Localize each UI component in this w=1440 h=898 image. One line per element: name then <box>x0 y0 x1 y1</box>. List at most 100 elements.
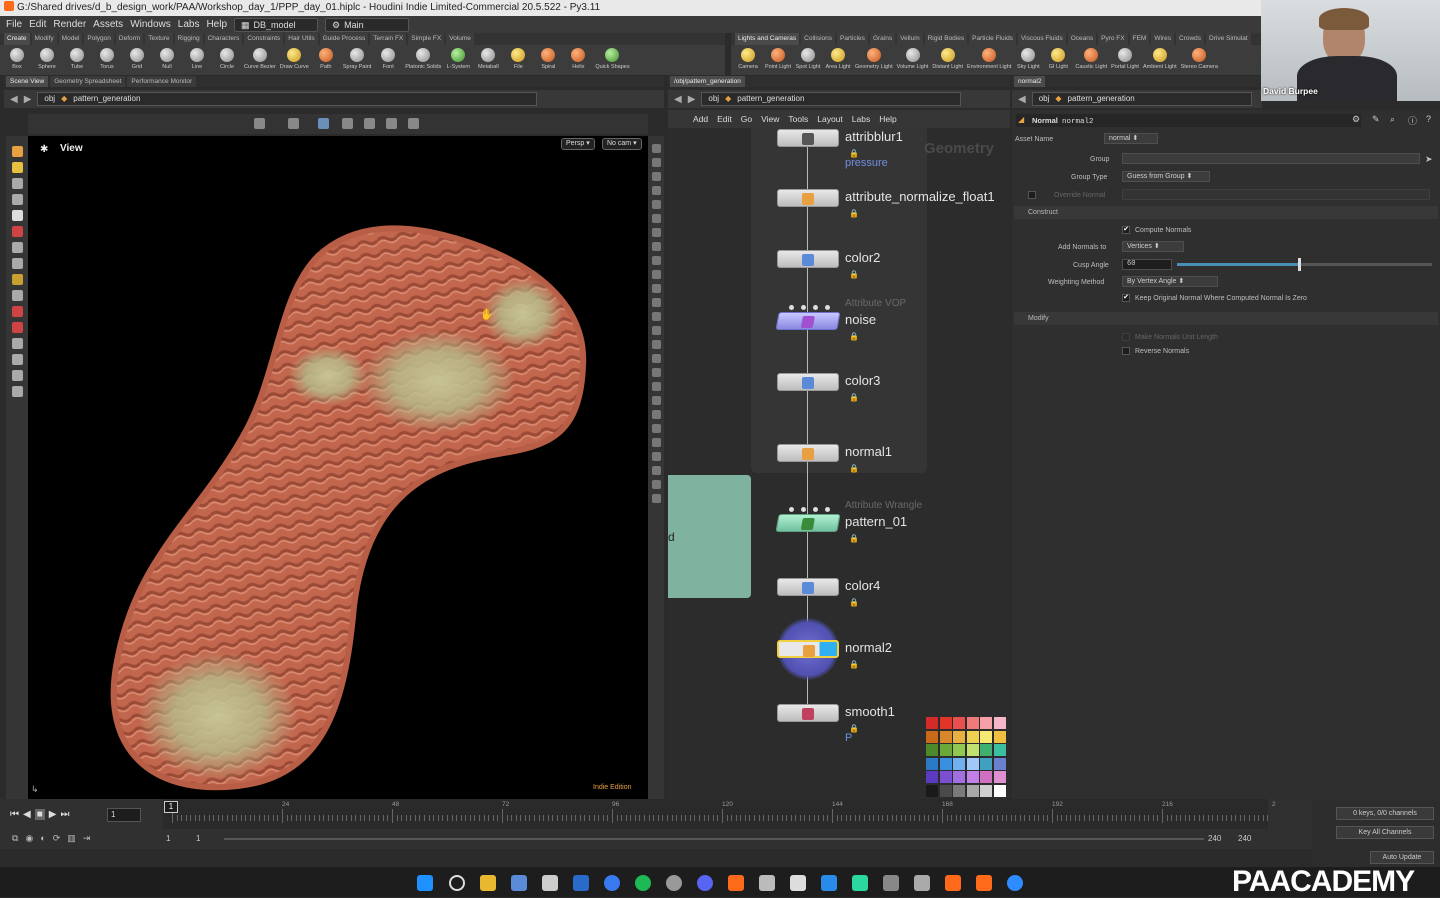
persp-menu[interactable]: Persp ▾ <box>561 138 595 150</box>
menu-assets[interactable]: Assets <box>93 19 123 30</box>
viewport-tool-1-icon[interactable] <box>11 162 23 173</box>
live-icon[interactable] <box>852 875 868 891</box>
net-menu-go[interactable]: Go <box>741 114 752 124</box>
color-swatch[interactable] <box>993 730 1006 743</box>
net-menu-edit[interactable]: Edit <box>717 114 732 124</box>
color-swatch[interactable] <box>993 757 1006 770</box>
notepad-icon[interactable] <box>511 875 527 891</box>
color-swatch[interactable] <box>980 730 992 743</box>
shelf-tool-l-system[interactable]: L-System <box>445 45 471 75</box>
shelf-tool-null[interactable]: Null <box>154 45 180 75</box>
shelf-tab-constraints[interactable]: Constraints <box>244 33 284 45</box>
calculator-icon[interactable] <box>573 875 589 891</box>
go-start-icon[interactable]: ⏮ <box>10 809 19 820</box>
display-option-7-icon[interactable] <box>651 242 661 251</box>
net-menu-labs[interactable]: Labs <box>852 114 870 124</box>
display-option-3-icon[interactable] <box>651 186 661 195</box>
shelf-tool-curve-bezier[interactable]: Curve Bezier <box>244 45 276 75</box>
info-icon[interactable]: ⓘ <box>1408 114 1417 127</box>
viewport-tool-11-icon[interactable] <box>11 322 23 333</box>
shelf-tab-rigid-bodies[interactable]: Rigid Bodies <box>924 33 968 45</box>
shelf-tab-particle-fluids[interactable]: Particle Fluids <box>969 33 1016 45</box>
shelf-tab-texture[interactable]: Texture <box>145 33 173 45</box>
shelf-tool-stereo-camera[interactable]: Stereo Camera <box>1181 45 1218 75</box>
display-option-24-icon[interactable] <box>651 480 661 489</box>
display-option-12-icon[interactable] <box>651 312 661 321</box>
node-color3[interactable] <box>777 373 839 391</box>
shelf-tool-quick-shapes[interactable]: Quick Shapes <box>595 45 630 75</box>
end-frame-field[interactable]: 240 <box>1208 834 1221 843</box>
params-path-field[interactable]: obj ◆ pattern_generation <box>1031 92 1252 106</box>
color-swatch[interactable] <box>939 784 952 797</box>
shelf-tool-sky-light[interactable]: Sky Light <box>1015 45 1041 75</box>
display-option-21-icon[interactable] <box>651 438 661 447</box>
shelf-tool-camera[interactable]: Camera <box>735 45 761 75</box>
viewport-tool-9-icon[interactable] <box>11 290 23 301</box>
shelf-tab-polygon[interactable]: Polygon <box>84 33 114 45</box>
viewport-tool-4-icon[interactable] <box>11 210 23 221</box>
shelf-tool-path[interactable]: Path <box>313 45 339 75</box>
houdini-taskbar-icon-2[interactable] <box>945 875 961 891</box>
auto-update-menu[interactable]: Auto Update <box>1370 851 1434 864</box>
viewport-display-3-icon[interactable] <box>342 118 353 129</box>
cusp-angle-slider-track[interactable] <box>1177 263 1432 266</box>
shelf-tab-characters[interactable]: Characters <box>204 33 243 45</box>
viewport-tool-3-icon[interactable] <box>11 194 23 205</box>
shelf-tool-caustic-light[interactable]: Caustic Light <box>1075 45 1107 75</box>
display-option-18-icon[interactable] <box>651 396 661 405</box>
color-swatch[interactable] <box>926 784 938 797</box>
cusp-angle-field[interactable]: 60 <box>1122 259 1172 270</box>
shelf-tool-circle[interactable]: Circle <box>214 45 240 75</box>
color-swatch[interactable] <box>926 771 938 783</box>
shelf-tool-environment-light[interactable]: Environment Light <box>967 45 1011 75</box>
net-menu-add[interactable]: Add <box>693 114 708 124</box>
viewport-tool-8-icon[interactable] <box>11 274 23 285</box>
shelf-tool-spiral[interactable]: Spiral <box>535 45 561 75</box>
shelf-tab-modify[interactable]: Modify <box>31 33 57 45</box>
display-option-20-icon[interactable] <box>651 424 661 433</box>
timeline-ruler[interactable]: 1 24 48 72 96 120 144 168 192 216 2 <box>163 799 1276 829</box>
viewport-display-4-icon[interactable] <box>364 118 375 129</box>
shelf-tool-grid[interactable]: Grid <box>124 45 150 75</box>
color-swatch[interactable] <box>966 730 979 743</box>
shelf-tab-hair-utils[interactable]: Hair Utils <box>285 33 318 45</box>
stop-icon[interactable]: ■ <box>34 809 45 820</box>
network-path-field[interactable]: obj ◆ pattern_generation <box>701 92 962 106</box>
tab-geometry-spreadsheet[interactable]: Geometry Spreadsheet <box>50 76 126 87</box>
net-back-icon[interactable]: ◀ <box>674 94 682 105</box>
shelf-tool-font[interactable]: Font <box>375 45 401 75</box>
keys-icon[interactable]: ▥ <box>67 833 76 844</box>
back-arrow-icon[interactable]: ◀ <box>10 94 18 105</box>
display-option-15-icon[interactable] <box>651 354 661 363</box>
color-swatch[interactable] <box>980 717 992 729</box>
tab-network-path[interactable]: /obj/pattern_generation <box>670 76 745 87</box>
net-menu-view[interactable]: View <box>761 114 779 124</box>
color-swatch[interactable] <box>980 744 992 756</box>
shelf-tool-gi-light[interactable]: GI Light <box>1045 45 1071 75</box>
gear-icon[interactable]: ⚙ <box>1352 114 1360 125</box>
help-icon[interactable]: ? <box>1426 114 1431 124</box>
viewport-tool-2-icon[interactable] <box>11 178 23 189</box>
node-attribute_normalize_float1[interactable] <box>777 189 839 207</box>
shelf-tool-helix[interactable]: Helix <box>565 45 591 75</box>
shelf-tab-grains[interactable]: Grains <box>869 33 896 45</box>
net-menu-help[interactable]: Help <box>879 114 896 124</box>
node-smooth1[interactable] <box>777 704 839 722</box>
shelf-tab-vellum[interactable]: Vellum <box>897 33 923 45</box>
shelf-tool-ambient-light[interactable]: Ambient Light <box>1143 45 1177 75</box>
shelf-tab-create[interactable]: Create <box>4 33 30 45</box>
snipping-icon[interactable] <box>542 875 558 891</box>
menu-labs[interactable]: Labs <box>178 19 200 30</box>
file-explorer-icon[interactable] <box>480 875 496 891</box>
play-icon[interactable]: ▶ <box>49 809 57 820</box>
shelf-tab-deform[interactable]: Deform <box>115 33 144 45</box>
shelf-tool-portal-light[interactable]: Portal Light <box>1111 45 1139 75</box>
color-swatch[interactable] <box>980 771 992 783</box>
net-menu-tools[interactable]: Tools <box>788 114 808 124</box>
go-end-icon[interactable]: ⏭ <box>60 809 69 820</box>
display-option-11-icon[interactable] <box>651 298 661 307</box>
tab-scene-view[interactable]: Scene View <box>6 76 49 87</box>
color-swatch[interactable] <box>966 771 979 783</box>
app-icon-3[interactable] <box>883 875 899 891</box>
node-noise[interactable] <box>775 312 841 330</box>
